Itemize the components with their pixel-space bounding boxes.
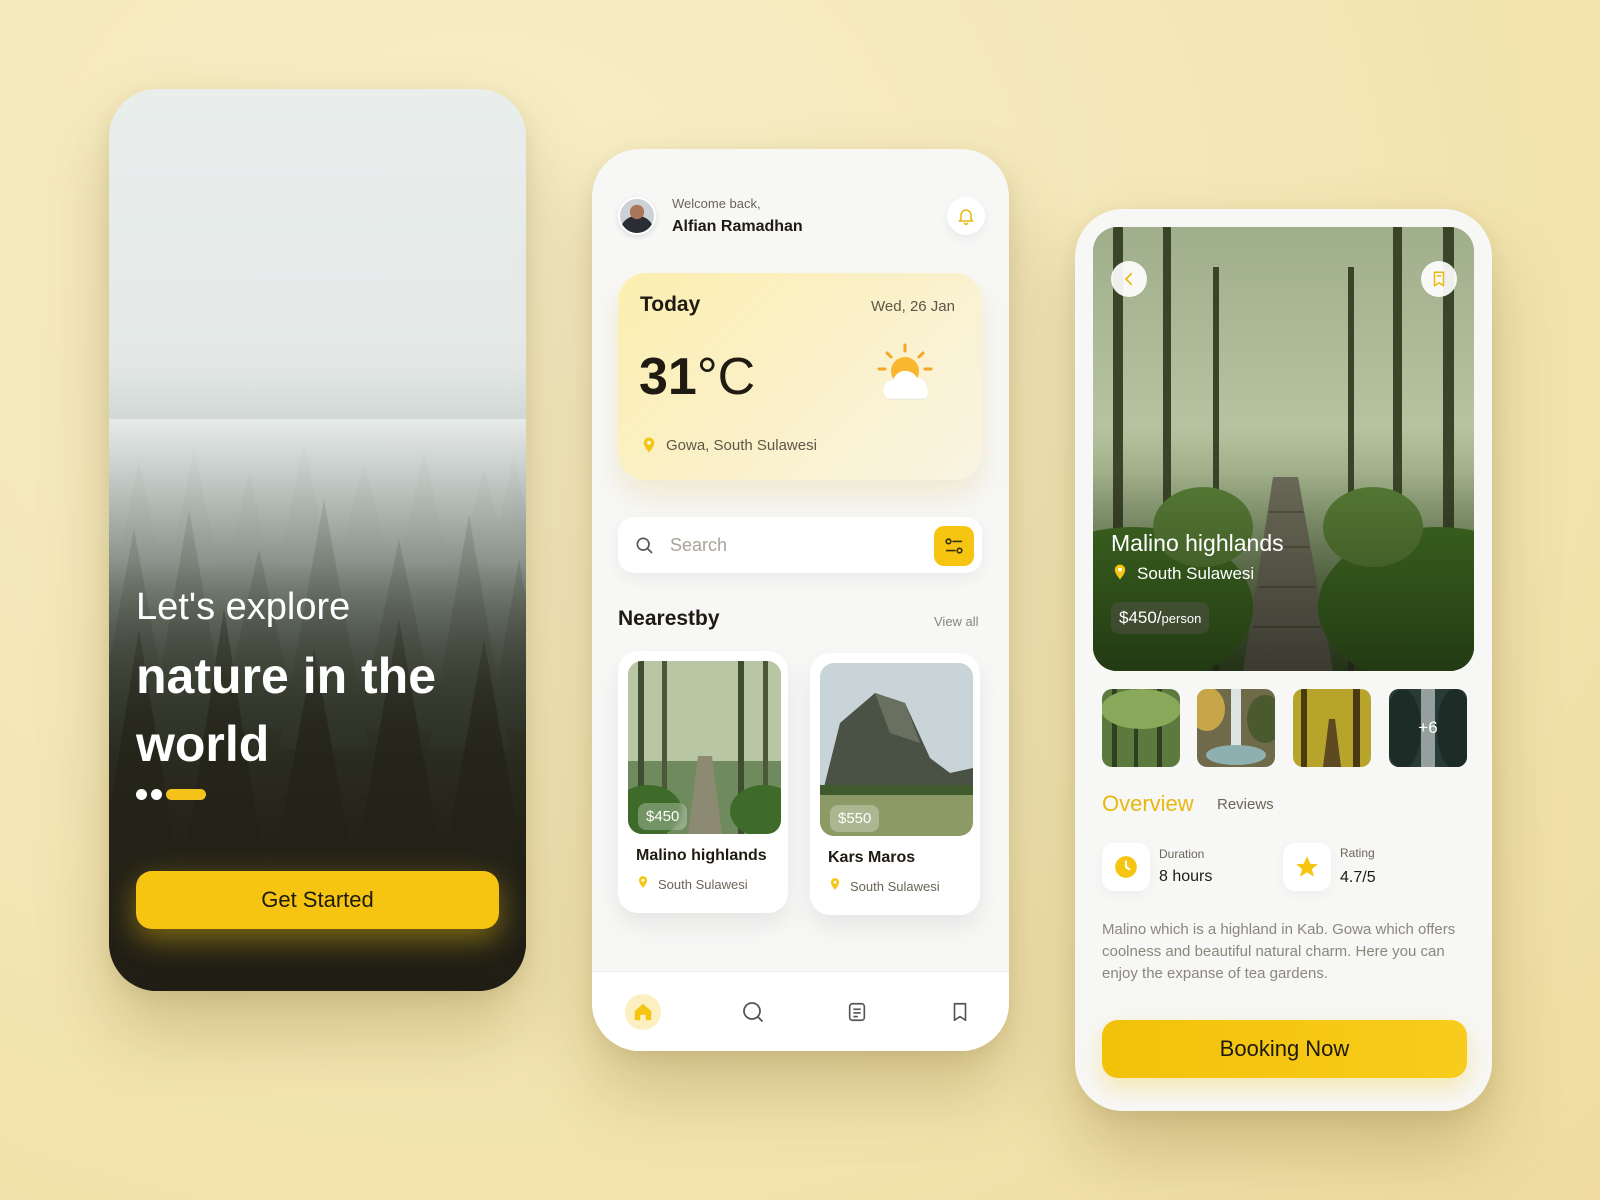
filter-button[interactable]	[934, 526, 974, 566]
welcome-text: Welcome back,	[672, 196, 761, 211]
place-card[interactable]: $550 Kars Maros South Sulawesi	[810, 653, 980, 915]
gallery-more-count: +6	[1389, 689, 1467, 767]
booking-now-button[interactable]: Booking Now	[1102, 1020, 1467, 1078]
temperature-unit: °C	[696, 348, 756, 406]
nearest-section-title: Nearestby	[618, 607, 720, 630]
detail-screen: Malino highlands South Sulawesi $450/per…	[1075, 209, 1492, 1111]
clock-icon	[1115, 856, 1137, 878]
temperature-value: 31	[639, 348, 697, 406]
onboarding-title-line1: Let's explore	[136, 586, 351, 628]
duration-badge	[1102, 843, 1150, 891]
hero-image: Malino highlands South Sulawesi $450/per…	[1093, 227, 1474, 671]
nav-search[interactable]	[735, 994, 771, 1030]
rating-value: 4.7/5	[1340, 869, 1376, 886]
home-icon	[634, 1003, 652, 1021]
gallery-more[interactable]: +6	[1389, 689, 1467, 767]
nav-documents[interactable]	[839, 994, 875, 1030]
gallery-thumbnail[interactable]	[1197, 689, 1275, 767]
weather-date: Wed, 26 Jan	[871, 298, 955, 315]
bookmark-button[interactable]	[1421, 261, 1457, 297]
back-button[interactable]	[1111, 261, 1147, 297]
star-icon	[1296, 856, 1318, 877]
home-screen: Welcome back, Alfian Ramadhan Today Wed,…	[592, 149, 1009, 1051]
location-pin-icon	[1114, 564, 1126, 580]
place-location: South Sulawesi	[658, 877, 748, 892]
place-image: $550	[820, 663, 973, 836]
search-icon	[743, 1002, 763, 1022]
bell-icon	[958, 209, 974, 226]
price-value: $450/	[1119, 608, 1162, 627]
search-icon	[636, 537, 653, 554]
location-pin-icon	[830, 878, 840, 890]
nav-bookmarks[interactable]	[942, 994, 978, 1030]
duration-value: 8 hours	[1159, 868, 1213, 885]
weather-label: Today	[640, 293, 701, 316]
place-price: $450	[638, 803, 688, 830]
page-indicator-dot[interactable]	[136, 789, 147, 800]
filter-icon	[945, 538, 963, 554]
chevron-left-icon	[1125, 272, 1133, 286]
destination-price: $450/person	[1111, 602, 1210, 634]
duration-label: Duration	[1159, 847, 1205, 861]
weather-location: Gowa, South Sulawesi	[666, 437, 817, 454]
place-name: Malino highlands	[636, 847, 767, 864]
bookmark-icon	[1433, 271, 1445, 287]
weather-temperature: 31°C	[639, 347, 755, 407]
destination-description: Malino which is a highland in Kab. Gowa …	[1102, 921, 1456, 982]
avatar[interactable]	[618, 197, 656, 235]
nav-home[interactable]	[625, 994, 661, 1030]
document-icon	[848, 1002, 866, 1022]
page-indicator	[136, 789, 206, 800]
partly-sunny-icon	[877, 343, 933, 400]
bookmark-icon	[953, 1002, 967, 1022]
tab-reviews[interactable]: Reviews	[1217, 796, 1274, 813]
tab-overview[interactable]: Overview	[1102, 791, 1194, 817]
user-name: Alfian Ramadhan	[672, 218, 803, 235]
view-all-link[interactable]: View all	[934, 614, 979, 629]
rating-badge	[1283, 843, 1331, 891]
location-pin-icon	[638, 876, 648, 888]
page-indicator-dot-active[interactable]	[166, 789, 206, 800]
search-input[interactable]	[670, 517, 910, 573]
onboarding-screen: Let's explore nature in the world Get St…	[109, 89, 526, 991]
place-name: Kars Maros	[828, 849, 916, 866]
page-indicator-dot[interactable]	[151, 789, 162, 800]
weather-card[interactable]: Today Wed, 26 Jan 31°C Gowa, South Sulaw…	[618, 273, 982, 480]
place-card[interactable]: $450 Malino highlands South Sulawesi	[618, 651, 788, 913]
rating-label: Rating	[1340, 846, 1375, 860]
search-bar	[618, 517, 982, 573]
gallery: +6	[1102, 689, 1467, 767]
get-started-button[interactable]: Get Started	[136, 871, 499, 929]
place-price: $550	[830, 805, 880, 832]
place-image: $450	[628, 661, 781, 834]
destination-location: South Sulawesi	[1137, 564, 1255, 583]
location-pin-icon	[643, 437, 655, 453]
bottom-navigation	[592, 971, 1009, 1051]
gallery-thumbnail[interactable]	[1102, 689, 1180, 767]
place-location: South Sulawesi	[850, 879, 940, 894]
onboarding-title-line2: nature in the world	[136, 648, 437, 772]
notification-button[interactable]	[947, 197, 985, 235]
price-unit: person	[1161, 611, 1202, 626]
gallery-thumbnail[interactable]	[1293, 689, 1371, 767]
destination-title: Malino highlands	[1111, 530, 1284, 556]
